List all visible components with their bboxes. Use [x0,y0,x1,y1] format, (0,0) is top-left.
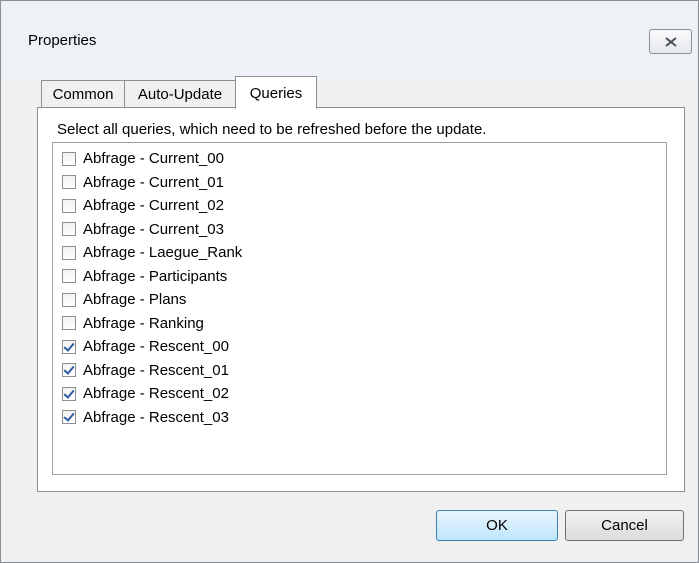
query-item[interactable]: Abfrage - Participants [62,265,242,289]
query-item[interactable]: Abfrage - Current_01 [62,171,242,195]
query-list: Abfrage - Current_00 Abfrage - Current_01… [62,147,242,429]
query-item[interactable]: Abfrage - Current_02 [62,194,242,218]
close-button[interactable] [649,29,692,54]
tab-auto-update[interactable]: Auto-Update [124,80,236,108]
query-item[interactable]: Abfrage - Rescent_02 [62,382,242,406]
query-item[interactable]: Abfrage - Current_00 [62,147,242,171]
cancel-button[interactable]: Cancel [565,510,684,541]
query-label: Abfrage - Current_00 [83,150,224,168]
query-label: Abfrage - Plans [83,291,187,309]
query-checkbox[interactable] [62,269,76,284]
query-checkbox[interactable] [62,386,76,401]
query-label: Abfrage - Ranking [83,314,204,332]
query-label: Abfrage - Rescent_03 [83,408,229,426]
query-item[interactable]: Abfrage - Rescent_00 [62,335,242,359]
query-item[interactable]: Abfrage - Rescent_03 [62,406,242,430]
query-checkbox[interactable] [62,410,76,425]
query-label: Abfrage - Rescent_01 [83,361,229,379]
ok-button[interactable]: OK [436,510,558,541]
query-label: Abfrage - Laegue_Rank [83,244,243,262]
instructions-text: Select all queries, which need to be ref… [57,121,491,138]
query-checkbox[interactable] [62,198,76,213]
query-label: Abfrage - Current_03 [83,220,224,238]
query-checkbox[interactable] [62,316,76,331]
tab-common[interactable]: Common [41,80,125,108]
query-item[interactable]: Abfrage - Rescent_01 [62,359,242,383]
query-checkbox[interactable] [62,151,76,166]
query-checkbox[interactable] [62,363,76,378]
close-icon [664,36,677,47]
query-item[interactable]: Abfrage - Current_03 [62,218,242,242]
tab-queries[interactable]: Queries [235,76,317,109]
query-checkbox[interactable] [62,222,76,237]
query-checkbox[interactable] [62,292,76,307]
query-label: Abfrage - Current_02 [83,197,224,215]
query-item[interactable]: Abfrage - Ranking [62,312,242,336]
query-item[interactable]: Abfrage - Plans [62,288,242,312]
query-checkbox[interactable] [62,175,76,190]
query-label: Abfrage - Rescent_00 [83,338,229,356]
query-label: Abfrage - Rescent_02 [83,385,229,403]
query-label: Abfrage - Participants [83,267,228,285]
query-checkbox[interactable] [62,245,76,260]
query-item[interactable]: Abfrage - Laegue_Rank [62,241,242,265]
query-checkbox[interactable] [62,339,76,354]
title-bar: Properties [2,2,697,80]
query-label: Abfrage - Current_01 [83,173,224,191]
window-title: Properties [28,32,97,49]
